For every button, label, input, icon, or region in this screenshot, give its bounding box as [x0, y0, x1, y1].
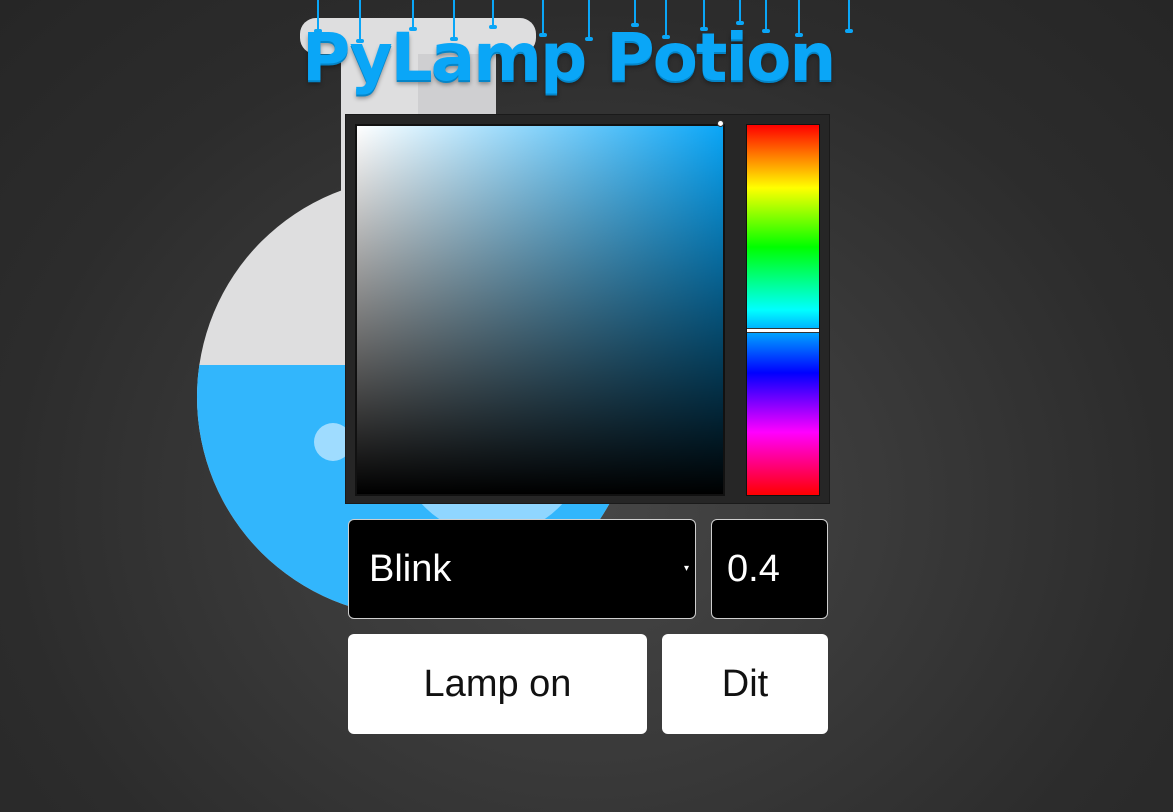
- saturation-value-handle[interactable]: [717, 120, 724, 127]
- saturation-value-area[interactable]: [355, 124, 725, 496]
- effect-select-value: Blink: [369, 548, 452, 590]
- hue-slider[interactable]: [746, 124, 820, 496]
- lamp-on-button[interactable]: Lamp on: [348, 634, 647, 734]
- chevron-down-icon: ▾: [683, 563, 689, 574]
- hue-slider-handle[interactable]: [747, 328, 819, 333]
- effect-select[interactable]: Blink ▾: [348, 519, 696, 619]
- dit-button[interactable]: Dit: [662, 634, 828, 734]
- title-string: [845, 0, 853, 33]
- app-title: PyLamp Potion: [302, 19, 836, 96]
- speed-input[interactable]: [711, 519, 828, 619]
- color-picker: [345, 114, 830, 504]
